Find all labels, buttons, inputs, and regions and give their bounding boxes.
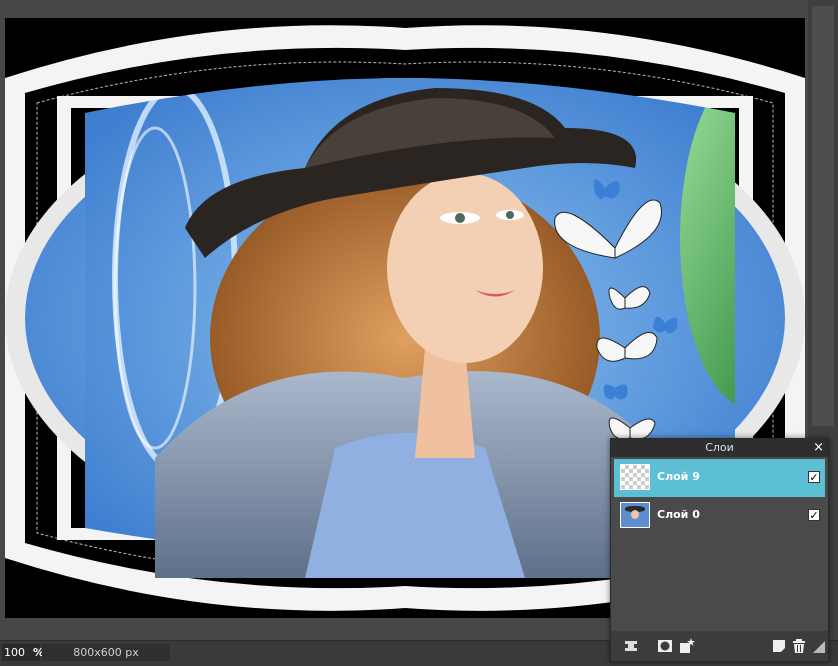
zoom-value[interactable]: 100 (4, 646, 25, 659)
layer-settings-icon[interactable] (623, 638, 639, 654)
new-layer-icon[interactable] (771, 638, 787, 654)
zoom-input[interactable]: 100% (2, 644, 44, 661)
layers-panel-title: Слои (705, 441, 734, 454)
visibility-checkbox[interactable]: ✓ (808, 471, 820, 483)
effects-icon[interactable] (679, 638, 695, 654)
image-size-readout: 800x600 px (42, 644, 170, 661)
layer-name: Слой 0 (657, 508, 700, 521)
close-icon[interactable]: × (813, 439, 824, 457)
thumb-face-shape (631, 510, 639, 519)
layer-thumbnail (620, 464, 650, 490)
resize-icon[interactable] (810, 638, 826, 654)
layer-row-sloy-9[interactable]: Слой 9 ✓ (614, 459, 825, 497)
scrollbar-thumb[interactable] (812, 6, 834, 426)
visibility-checkbox[interactable]: ✓ (808, 509, 820, 521)
layer-thumbnail (620, 502, 650, 528)
layer-row-sloy-0[interactable]: Слой 0 ✓ (614, 497, 825, 535)
delete-layer-icon[interactable] (791, 638, 807, 654)
mask-icon[interactable] (657, 638, 673, 654)
layers-toolbar (611, 631, 828, 661)
layer-name: Слой 9 (657, 470, 700, 483)
layers-panel: Слои × Слой 9 ✓ Слой 0 ✓ (610, 438, 829, 662)
layers-panel-header[interactable]: Слои × (611, 439, 828, 457)
